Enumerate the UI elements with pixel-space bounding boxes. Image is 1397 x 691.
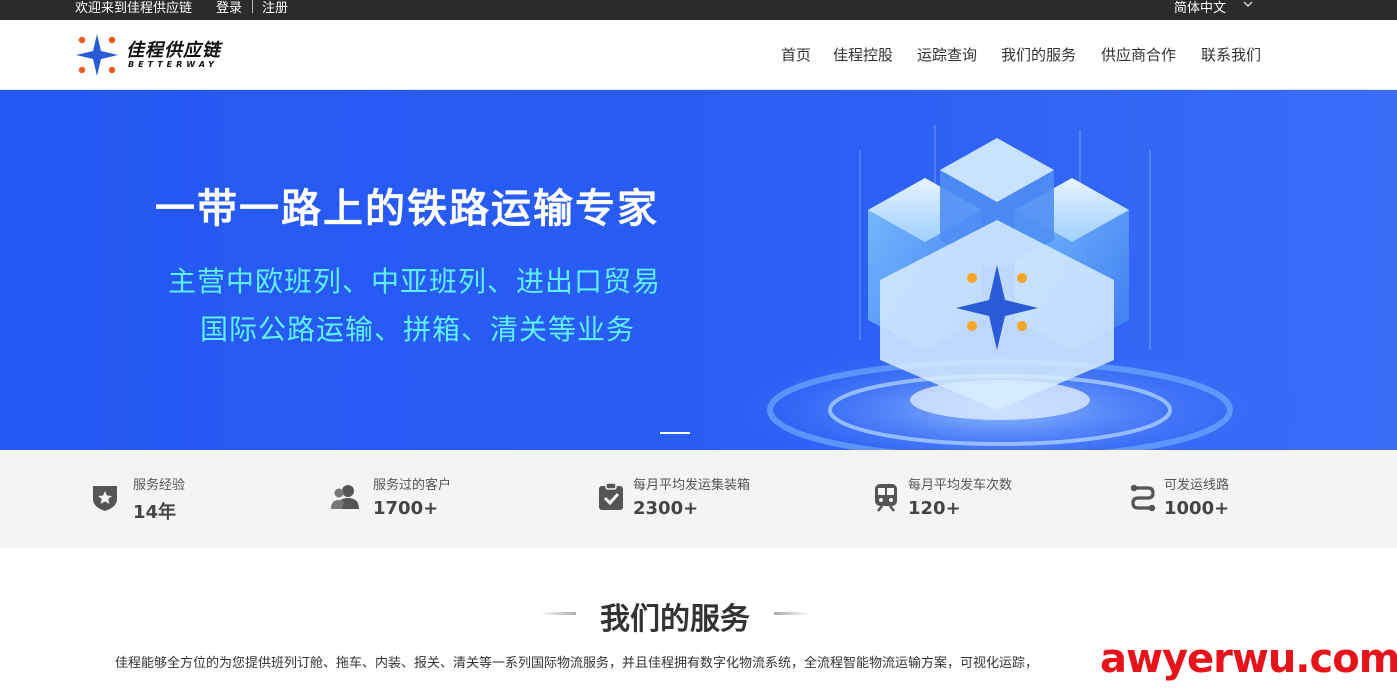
nav-item-services[interactable]: 我们的服务 <box>1001 44 1076 65</box>
chevron-down-icon[interactable] <box>1243 0 1253 13</box>
nav-item-suppliers[interactable]: 供应商合作 <box>1101 44 1176 65</box>
nav-item-contact[interactable]: 联系我们 <box>1201 44 1261 65</box>
train-icon <box>875 484 897 512</box>
hero-subtitle-line-1: 主营中欧班列、中亚班列、进出口贸易 <box>168 265 662 298</box>
language-selector[interactable]: 简体中文 <box>1174 0 1226 16</box>
section-description: 佳程能够全方位的为您提供班列订舱、拖车、内装、报关、清关等一系列国际物流服务，并… <box>115 656 1039 671</box>
site-header: 佳程供应链 BETTERWAY 首页 佳程控股 运踪查询 我们的服务 供应商合作… <box>0 20 1397 90</box>
nav-item-tracking[interactable]: 运踪查询 <box>917 44 977 65</box>
top-bar: 欢迎来到佳程供应链 登录 注册 简体中文 <box>0 0 1397 20</box>
watermark: awyerwu.com <box>1100 636 1397 682</box>
divider <box>252 0 253 13</box>
logo[interactable]: 佳程供应链 BETTERWAY <box>74 30 244 78</box>
logo-subtitle: BETTERWAY <box>128 60 218 69</box>
nav-item-holdings[interactable]: 佳程控股 <box>833 44 893 65</box>
hero-illustration <box>700 125 1300 450</box>
stat-value: 1700+ <box>373 498 439 519</box>
stat-value: 2300+ <box>633 498 699 519</box>
clipboard-check-icon <box>599 482 623 510</box>
stat-label: 每月平均发运集装箱 <box>633 478 751 493</box>
nav-item-home[interactable]: 首页 <box>781 44 811 65</box>
stat-value: 1000+ <box>1164 498 1230 519</box>
section-title: 我们的服务 <box>600 602 750 637</box>
shield-star-icon <box>93 486 117 511</box>
stat-label: 服务经验 <box>133 478 186 493</box>
carousel-indicator[interactable] <box>660 432 690 434</box>
hero-banner[interactable]: 一带一路上的铁路运输专家 主营中欧班列、中亚班列、进出口贸易 国际公路运输、拼箱… <box>0 90 1397 450</box>
stats-bar: 服务经验 14年 服务过的客户 1700+ 每月平均发运集装箱 2300+ 每月… <box>0 450 1397 548</box>
hero-subtitle-line-2: 国际公路运输、拼箱、清关等业务 <box>200 313 636 346</box>
logo-title: 佳程供应链 <box>126 40 221 61</box>
route-icon <box>1130 484 1156 512</box>
welcome-text: 欢迎来到佳程供应链 <box>75 1 193 16</box>
stat-label: 可发运线路 <box>1164 478 1230 493</box>
title-decoration-right <box>774 612 810 615</box>
stat-label: 每月平均发车次数 <box>908 478 1013 493</box>
stat-value: 120+ <box>908 498 961 519</box>
logo-star-icon <box>76 34 118 76</box>
hero-title: 一带一路上的铁路运输专家 <box>155 186 659 232</box>
stat-value: 14年 <box>133 502 177 523</box>
users-icon <box>331 485 359 509</box>
register-link[interactable]: 注册 <box>262 0 288 16</box>
stat-label: 服务过的客户 <box>373 478 452 493</box>
login-link[interactable]: 登录 <box>216 0 242 16</box>
